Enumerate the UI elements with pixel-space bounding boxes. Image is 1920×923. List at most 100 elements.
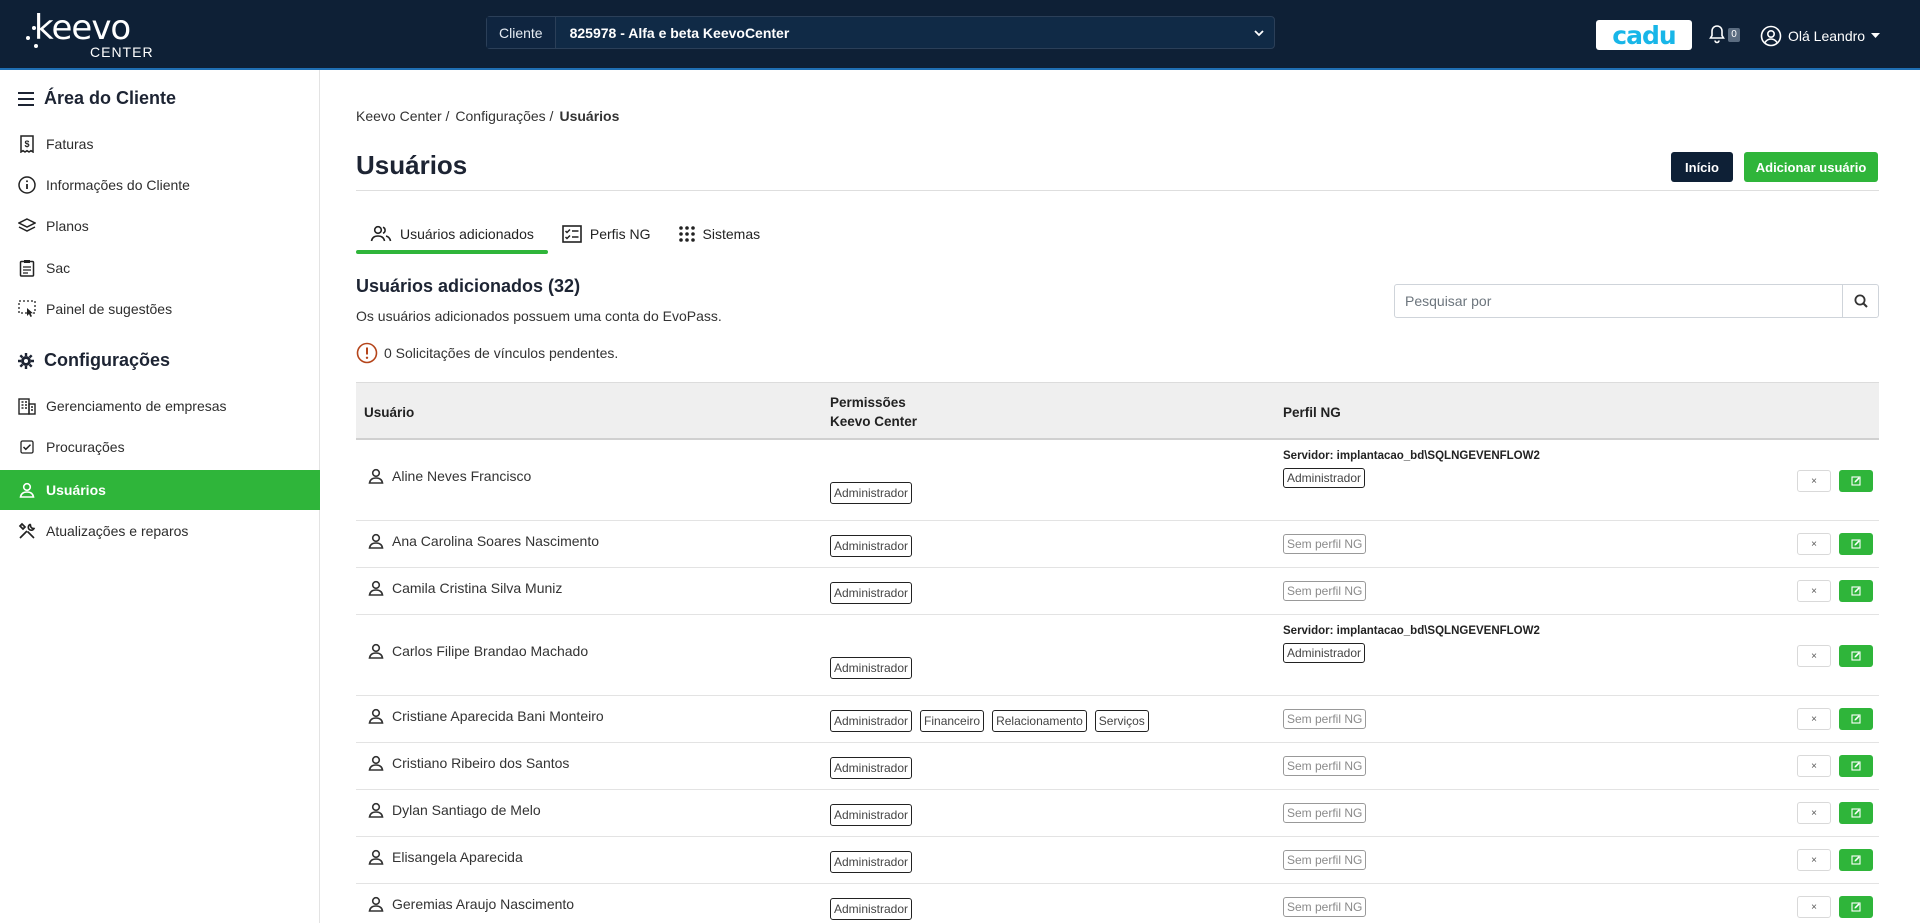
main-content: Keevo Center / Configurações / Usuários …	[321, 70, 1920, 923]
remove-user-button[interactable]: ×	[1797, 533, 1831, 555]
user-icon	[368, 896, 384, 912]
permission-badge: Administrador	[830, 757, 913, 779]
header-permissoes-line1: Permissões	[830, 395, 906, 410]
grid-icon	[678, 226, 695, 242]
row-actions: ×	[1797, 755, 1873, 777]
perfil-ng-badge: Sem perfil NG	[1283, 534, 1367, 554]
perfil-ng-cell: Servidor: implantacao_bd\SQLNGEVENFLOW2 A…	[1283, 450, 1540, 488]
user-menu[interactable]: Olá Leandro	[1760, 24, 1881, 48]
user-name: Geremias Araujo Nascimento	[392, 896, 575, 912]
page-title: Usuários	[356, 150, 468, 180]
sidebar-item-atualizacoes[interactable]: Atualizações e reparos	[0, 511, 320, 551]
client-label: Cliente	[487, 17, 556, 48]
area-cliente-heading[interactable]: Área do Cliente	[18, 88, 176, 109]
user-icon	[368, 755, 384, 771]
layers-icon	[18, 217, 36, 235]
perfil-ng-badge: Sem perfil NG	[1283, 897, 1367, 917]
perfil-ng-cell: Sem perfil NG	[1283, 850, 1367, 870]
edit-user-button[interactable]	[1839, 645, 1873, 667]
users-table: Usuário Permissões Keevo Center Perfil N…	[356, 382, 1879, 923]
permission-badge: Administrador	[830, 804, 913, 826]
user-icon	[368, 580, 384, 596]
remove-user-button[interactable]: ×	[1797, 802, 1831, 824]
sidebar-item-sugestoes[interactable]: Painel de sugestões	[0, 289, 320, 329]
logo-subtext: CENTER	[90, 44, 154, 60]
row-actions: ×	[1797, 708, 1873, 730]
user-name: Carlos Filipe Brandao Machado	[392, 643, 589, 659]
user-cell: Ana Carolina Soares Nascimento	[368, 533, 599, 549]
suggestion-icon	[18, 300, 36, 318]
remove-user-button[interactable]: ×	[1797, 580, 1831, 602]
perfil-ng-badge: Sem perfil NG	[1283, 803, 1367, 823]
tab-perfis-ng[interactable]: Perfis NG	[548, 214, 665, 254]
permissions-cell: Administrador	[830, 657, 913, 679]
sidebar-item-sac[interactable]: Sac	[0, 248, 320, 288]
user-name: Elisangela Aparecida	[392, 849, 523, 865]
sidebar-item-empresas[interactable]: Gerenciamento de empresas	[0, 386, 320, 426]
section-subtitle: Os usuários adicionados possuem uma cont…	[356, 308, 722, 324]
sidebar-item-planos[interactable]: Planos	[0, 206, 320, 246]
table-row: Dylan Santiago de Melo Administrador Sem p…	[356, 790, 1879, 837]
remove-user-button[interactable]: ×	[1797, 708, 1831, 730]
edit-user-button[interactable]	[1839, 802, 1873, 824]
table-row: Ana Carolina Soares Nascimento Administra…	[356, 521, 1879, 568]
cadu-button[interactable]: cadu	[1596, 20, 1692, 50]
sidebar-item-informacoes[interactable]: Informações do Cliente	[0, 165, 320, 205]
client-value: 825978 - Alfa e beta KeevoCenter	[569, 24, 790, 41]
sidebar-item-procuracoes[interactable]: Procurações	[0, 427, 320, 467]
invoice-icon: $	[18, 135, 36, 153]
inicio-button[interactable]: Início	[1671, 152, 1733, 182]
pending-requests[interactable]: 0 Solicitações de vínculos pendentes.	[356, 342, 618, 364]
tab-label: Usuários adicionados	[400, 226, 534, 242]
header-usuario: Usuário	[364, 404, 415, 420]
edit-icon	[1851, 476, 1861, 486]
remove-user-button[interactable]: ×	[1797, 755, 1831, 777]
row-actions: ×	[1797, 645, 1873, 667]
sidebar-item-faturas[interactable]: $ Faturas	[0, 124, 320, 164]
permissions-cell: Administrador	[830, 898, 913, 920]
user-cell: Cristiano Ribeiro dos Santos	[368, 755, 569, 771]
user-cell: Elisangela Aparecida	[368, 849, 523, 865]
menu-icon[interactable]	[18, 91, 34, 106]
configuracoes-title: Configurações	[44, 350, 171, 370]
user-greeting: Olá Leandro	[1788, 28, 1866, 44]
sidebar-item-label: Atualizações e reparos	[46, 523, 189, 539]
permission-badge: Serviços	[1094, 710, 1149, 732]
add-user-button[interactable]: Adicionar usuário	[1744, 152, 1878, 182]
edit-user-button[interactable]	[1839, 755, 1873, 777]
edit-user-button[interactable]	[1839, 708, 1873, 730]
permission-badge: Administrador	[830, 657, 913, 679]
edit-user-button[interactable]	[1839, 896, 1873, 918]
row-actions: ×	[1797, 802, 1873, 824]
permission-badge: Administrador	[830, 582, 913, 604]
perfil-ng-cell: Sem perfil NG	[1283, 581, 1367, 601]
tools-icon	[18, 522, 36, 540]
tab-sistemas[interactable]: Sistemas	[665, 214, 775, 254]
search-input[interactable]	[1395, 285, 1842, 317]
client-select[interactable]: Cliente 825978 - Alfa e beta KeevoCenter	[486, 16, 1275, 49]
profile-list-icon	[562, 225, 582, 243]
edit-user-button[interactable]	[1839, 533, 1873, 555]
breadcrumb-configuracoes[interactable]: Configurações /	[455, 108, 553, 124]
clipboard-icon	[18, 259, 36, 277]
breadcrumb-keevo-center[interactable]: Keevo Center /	[356, 108, 449, 124]
remove-user-button[interactable]: ×	[1797, 470, 1831, 492]
sidebar-item-label: Painel de sugestões	[46, 301, 173, 317]
sidebar-item-label: Procurações	[46, 439, 125, 455]
remove-user-button[interactable]: ×	[1797, 896, 1831, 918]
table-row: Carlos Filipe Brandao Machado Administrad…	[356, 615, 1879, 696]
sidebar-item-label: Sac	[46, 260, 71, 276]
sidebar-item-usuarios[interactable]: Usuários	[0, 470, 320, 510]
notifications-button[interactable]: 0	[1708, 24, 1740, 46]
edit-user-button[interactable]	[1839, 580, 1873, 602]
bell-icon	[1709, 25, 1725, 44]
edit-user-button[interactable]	[1839, 470, 1873, 492]
edit-icon	[1851, 761, 1861, 771]
edit-user-button[interactable]	[1839, 849, 1873, 871]
search-button[interactable]	[1842, 285, 1878, 317]
remove-user-button[interactable]: ×	[1797, 849, 1831, 871]
keevo-logo[interactable]: keevo CENTER	[26, 8, 166, 60]
row-actions: ×	[1797, 470, 1873, 492]
tab-usuarios-adicionados[interactable]: Usuários adicionados	[356, 214, 548, 254]
remove-user-button[interactable]: ×	[1797, 645, 1831, 667]
